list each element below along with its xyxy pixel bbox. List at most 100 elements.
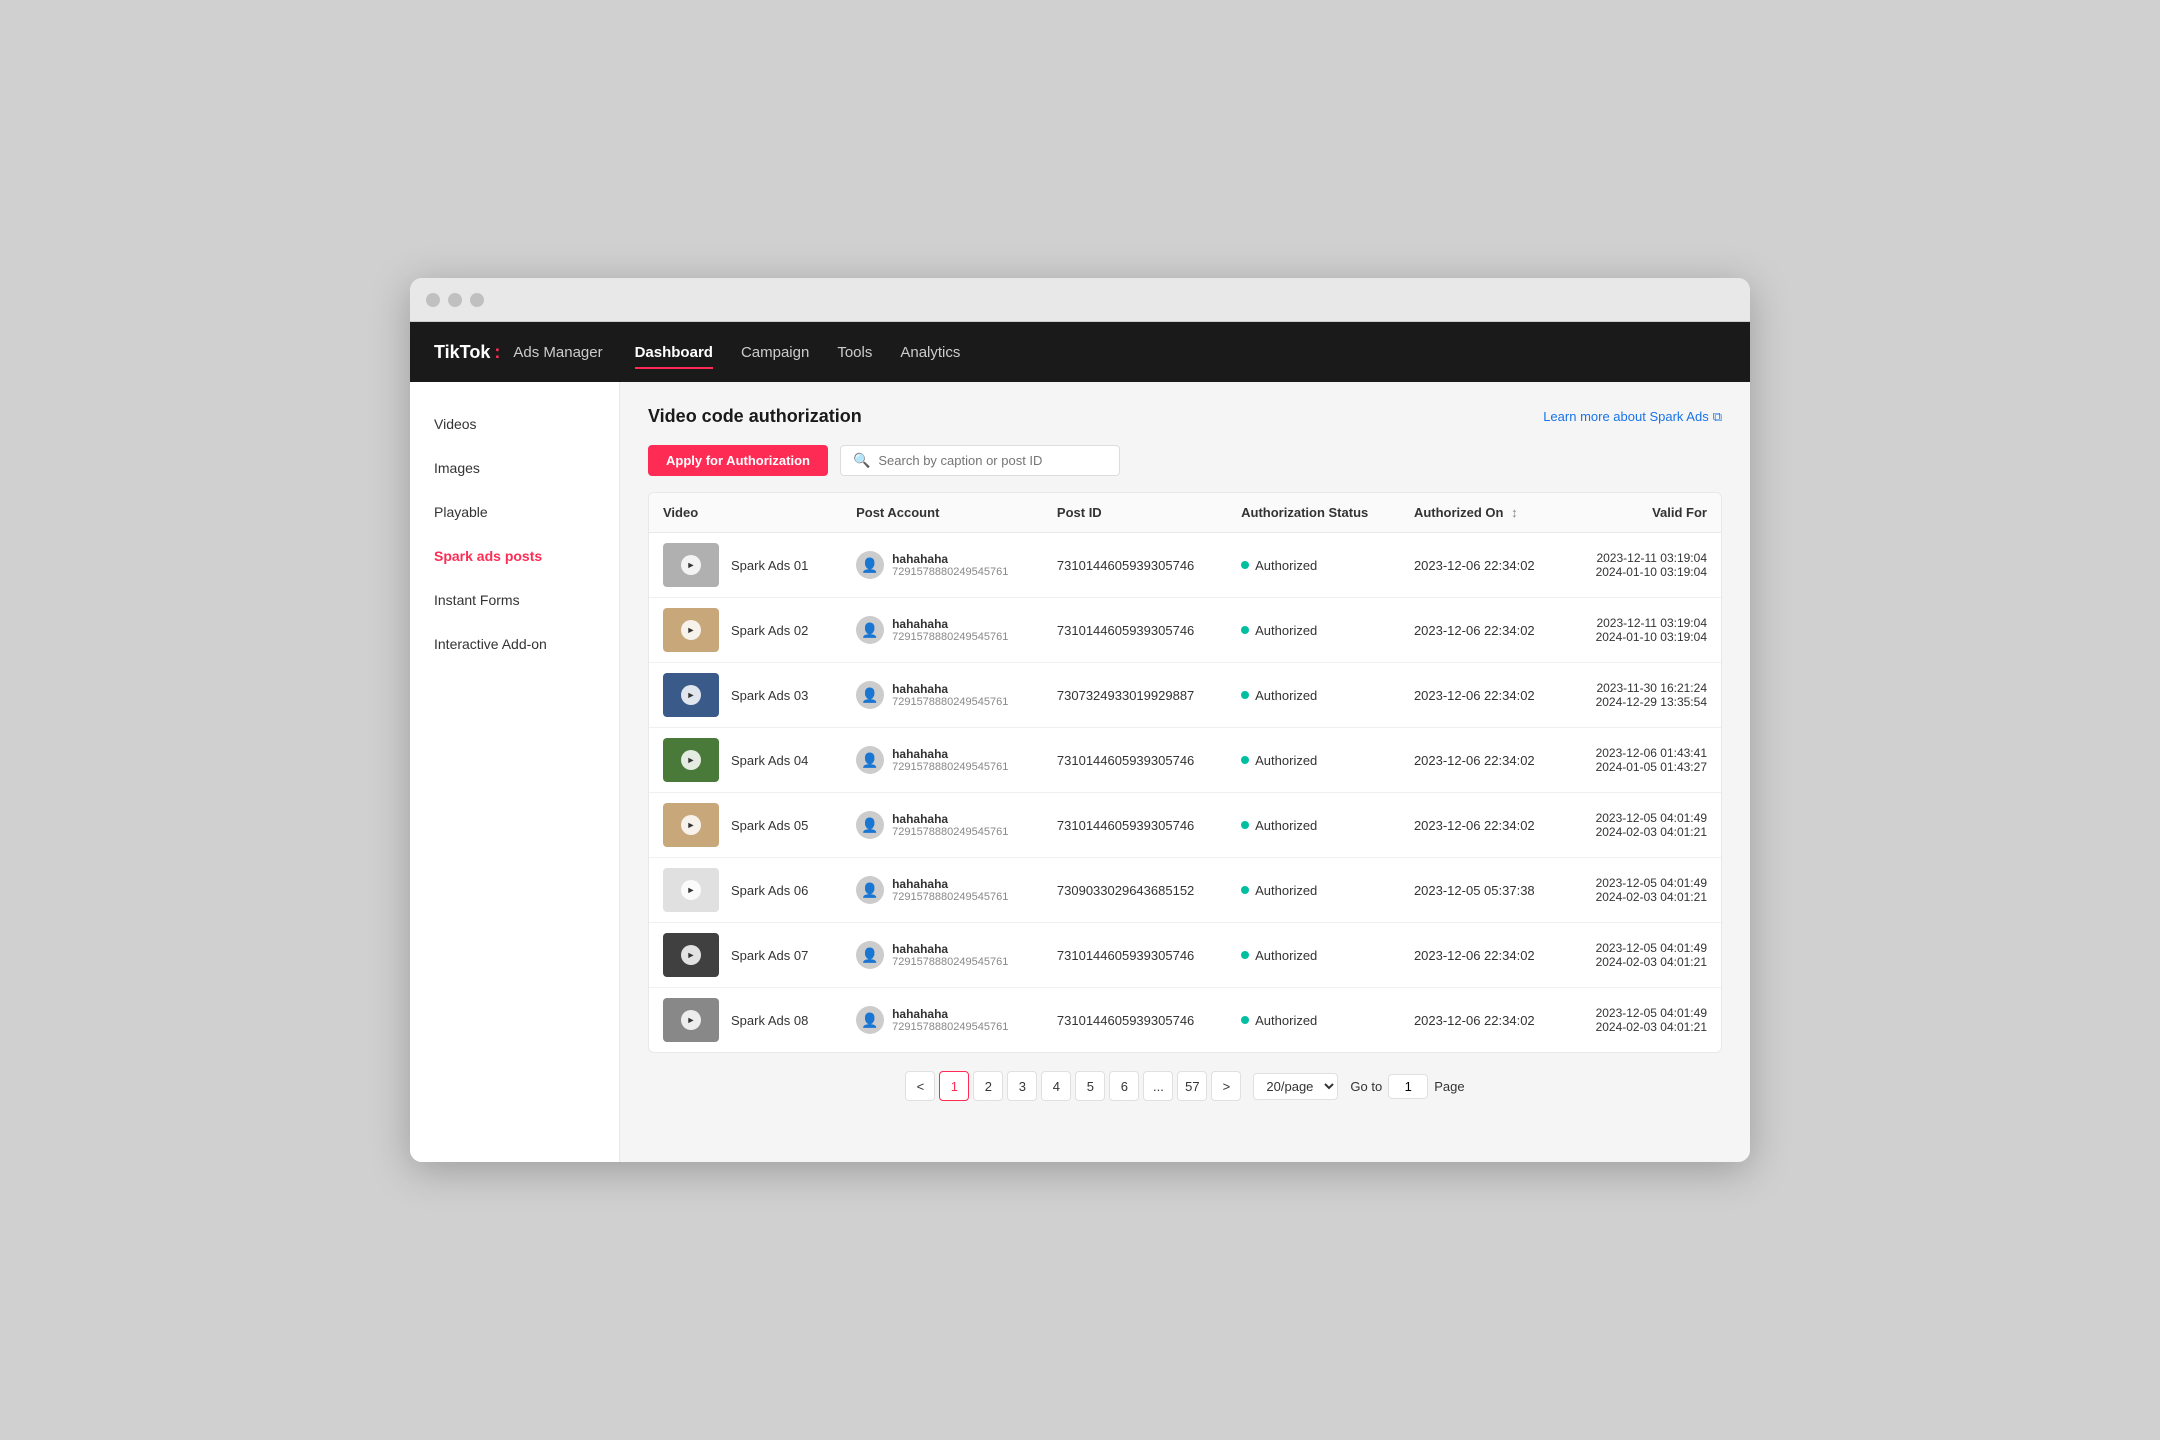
account-name: hahahaha: [892, 552, 1008, 566]
valid-to: 2024-01-10 03:19:04: [1580, 565, 1707, 579]
table-wrap: Video Post Account Post ID Authorization…: [648, 492, 1722, 1053]
status-text: Authorized: [1255, 753, 1317, 768]
pagination: < 1 2 3 4 5 6 ... 57 > 20/page Go to Pag…: [648, 1053, 1722, 1119]
nav-campaign[interactable]: Campaign: [741, 340, 809, 365]
goto-input[interactable]: [1388, 1074, 1428, 1099]
avatar-icon: 👤: [861, 817, 878, 834]
search-box: 🔍: [840, 445, 1120, 476]
authorized-on-cell: 2023-12-05 05:37:38: [1400, 858, 1566, 923]
account-name: hahahaha: [892, 812, 1008, 826]
table-row: ► Spark Ads 06 👤 hahahaha 72915788802495…: [649, 858, 1721, 923]
avatar: 👤: [856, 746, 884, 774]
account-cell: 👤 hahahaha 7291578880249545761: [842, 988, 1043, 1053]
col-valid-for: Valid For: [1566, 493, 1721, 533]
status-dot: [1241, 886, 1249, 894]
nav-analytics[interactable]: Analytics: [900, 340, 960, 365]
pagination-page-1[interactable]: 1: [939, 1071, 969, 1101]
status-cell: Authorized: [1227, 663, 1400, 728]
sidebar-item-videos[interactable]: Videos: [410, 402, 619, 446]
col-post-id: Post ID: [1043, 493, 1227, 533]
avatar: 👤: [856, 811, 884, 839]
account-id: 7291578880249545761: [892, 956, 1008, 968]
status-dot: [1241, 1016, 1249, 1024]
logo: TikTok: Ads Manager: [434, 342, 603, 363]
sidebar-item-instant-forms[interactable]: Instant Forms: [410, 578, 619, 622]
valid-to: 2024-12-29 13:35:54: [1580, 695, 1707, 709]
status-cell: Authorized: [1227, 923, 1400, 988]
play-icon: ►: [681, 815, 701, 835]
content-header: Video code authorization Learn more abou…: [648, 406, 1722, 427]
account-cell: 👤 hahahaha 7291578880249545761: [842, 728, 1043, 793]
status-dot: [1241, 691, 1249, 699]
nav-tools[interactable]: Tools: [837, 340, 872, 365]
learn-more-text: Learn more about Spark Ads: [1543, 409, 1709, 424]
learn-more-link[interactable]: Learn more about Spark Ads ⧉: [1543, 409, 1722, 425]
per-page-select[interactable]: 20/page: [1253, 1073, 1338, 1100]
video-thumbnail: ►: [663, 803, 719, 847]
pagination-page-6[interactable]: 6: [1109, 1071, 1139, 1101]
video-cell: ► Spark Ads 05: [649, 793, 842, 858]
pagination-page-5[interactable]: 5: [1075, 1071, 1105, 1101]
table-row: ► Spark Ads 08 👤 hahahaha 72915788802495…: [649, 988, 1721, 1053]
avatar: 👤: [856, 876, 884, 904]
valid-from: 2023-12-05 04:01:49: [1580, 1006, 1707, 1020]
sidebar-item-interactive-addon[interactable]: Interactive Add-on: [410, 622, 619, 666]
video-name: Spark Ads 02: [731, 623, 808, 638]
account-cell: 👤 hahahaha 7291578880249545761: [842, 663, 1043, 728]
account-id: 7291578880249545761: [892, 566, 1008, 578]
sidebar-item-images[interactable]: Images: [410, 446, 619, 490]
post-id-cell: 7310144605939305746: [1043, 988, 1227, 1053]
pagination-page-57[interactable]: 57: [1177, 1071, 1207, 1101]
pagination-prev[interactable]: <: [905, 1071, 935, 1101]
valid-to: 2024-01-05 01:43:27: [1580, 760, 1707, 774]
avatar-icon: 👤: [861, 752, 878, 769]
valid-from: 2023-12-11 03:19:04: [1580, 616, 1707, 630]
search-input[interactable]: [878, 453, 1107, 468]
account-cell: 👤 hahahaha 7291578880249545761: [842, 793, 1043, 858]
video-name: Spark Ads 05: [731, 818, 808, 833]
status-dot: [1241, 626, 1249, 634]
play-icon: ►: [681, 620, 701, 640]
avatar-icon: 👤: [861, 947, 878, 964]
authorized-on-cell: 2023-12-06 22:34:02: [1400, 988, 1566, 1053]
table-row: ► Spark Ads 04 👤 hahahaha 72915788802495…: [649, 728, 1721, 793]
pagination-page-2[interactable]: 2: [973, 1071, 1003, 1101]
valid-from: 2023-11-30 16:21:24: [1580, 681, 1707, 695]
avatar-icon: 👤: [861, 557, 878, 574]
account-name: hahahaha: [892, 877, 1008, 891]
valid-to: 2024-02-03 04:01:21: [1580, 890, 1707, 904]
apply-authorization-button[interactable]: Apply for Authorization: [648, 445, 828, 476]
post-id-cell: 7307324933019929887: [1043, 663, 1227, 728]
video-thumbnail: ►: [663, 608, 719, 652]
pagination-next[interactable]: >: [1211, 1071, 1241, 1101]
status-cell: Authorized: [1227, 858, 1400, 923]
col-auth-status: Authorization Status: [1227, 493, 1400, 533]
valid-from: 2023-12-05 04:01:49: [1580, 811, 1707, 825]
external-link-icon: ⧉: [1713, 409, 1722, 425]
sidebar-item-playable[interactable]: Playable: [410, 490, 619, 534]
status-dot: [1241, 756, 1249, 764]
status-cell: Authorized: [1227, 598, 1400, 663]
col-post-account: Post Account: [842, 493, 1043, 533]
video-cell: ► Spark Ads 08: [649, 988, 842, 1053]
nav-dashboard[interactable]: Dashboard: [635, 340, 713, 365]
status-dot: [1241, 951, 1249, 959]
table-row: ► Spark Ads 03 👤 hahahaha 72915788802495…: [649, 663, 1721, 728]
table-row: ► Spark Ads 02 👤 hahahaha 72915788802495…: [649, 598, 1721, 663]
pagination-page-4[interactable]: 4: [1041, 1071, 1071, 1101]
sidebar-item-spark-ads[interactable]: Spark ads posts: [410, 534, 619, 578]
logo-colon: :: [494, 342, 500, 363]
status-cell: Authorized: [1227, 793, 1400, 858]
valid-to: 2024-02-03 04:01:21: [1580, 825, 1707, 839]
valid-to: 2024-01-10 03:19:04: [1580, 630, 1707, 644]
status-text: Authorized: [1255, 688, 1317, 703]
pagination-page-3[interactable]: 3: [1007, 1071, 1037, 1101]
sort-icon[interactable]: ↕: [1511, 505, 1518, 520]
account-cell: 👤 hahahaha 7291578880249545761: [842, 858, 1043, 923]
authorized-on-cell: 2023-12-06 22:34:02: [1400, 728, 1566, 793]
valid-from: 2023-12-06 01:43:41: [1580, 746, 1707, 760]
nav-items: Dashboard Campaign Tools Analytics: [635, 340, 961, 365]
video-cell: ► Spark Ads 02: [649, 598, 842, 663]
valid-for-cell: 2023-12-05 04:01:49 2024-02-03 04:01:21: [1566, 858, 1721, 923]
status-cell: Authorized: [1227, 988, 1400, 1053]
